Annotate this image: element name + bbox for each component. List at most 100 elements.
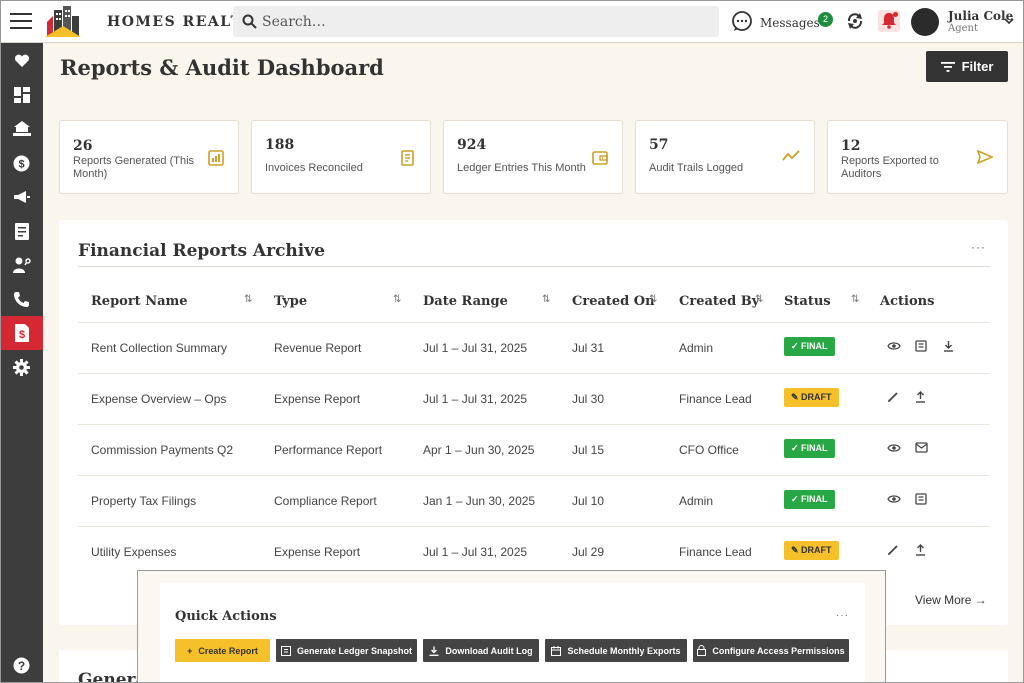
sort-icon[interactable]: ⇅ xyxy=(851,294,859,305)
document-icon xyxy=(14,222,29,240)
sidebar-item-properties[interactable] xyxy=(0,112,43,146)
stat-label: Audit Trails Logged xyxy=(649,162,744,174)
generate-ledger-snapshot-button[interactable]: Generate Ledger Snapshot xyxy=(276,639,417,662)
sidebar-item-dashboard[interactable] xyxy=(0,78,43,112)
messages-icon[interactable] xyxy=(731,10,753,32)
sidebar-item-settings[interactable] xyxy=(0,350,43,384)
configure-access-permissions-button[interactable]: Configure Access Permissions xyxy=(693,639,849,662)
column-header-status[interactable]: Status xyxy=(784,294,831,309)
notification-dot xyxy=(893,12,898,17)
status-badge: ✎ DRAFT xyxy=(784,388,839,407)
search-box[interactable] xyxy=(233,6,719,37)
report-type: Compliance Report xyxy=(274,494,377,508)
phone-icon xyxy=(14,291,29,307)
sidebar-item-favorites[interactable] xyxy=(0,44,43,78)
sort-icon[interactable]: ⇅ xyxy=(755,294,763,305)
upload-icon[interactable] xyxy=(915,391,926,403)
stat-value: 924 xyxy=(457,137,487,153)
edit-icon[interactable] xyxy=(887,544,899,556)
eye-icon[interactable] xyxy=(887,442,901,454)
status-text: DRAFT xyxy=(801,392,832,402)
column-header-created-by[interactable]: Created By xyxy=(679,294,759,309)
sidebar-item-finance[interactable]: $ xyxy=(0,146,43,180)
page-title: Reports & Audit Dashboard xyxy=(60,55,384,80)
report-name[interactable]: Expense Overview – Ops xyxy=(91,392,226,406)
create-report-button[interactable]: + Create Report xyxy=(175,639,270,662)
sidebar-item-marketing[interactable] xyxy=(0,180,43,214)
sidebar-item-documents[interactable] xyxy=(0,214,43,248)
view-more-link[interactable]: View More → xyxy=(915,593,987,607)
date-range: Jan 1 – Jun 30, 2025 xyxy=(423,494,536,508)
divider xyxy=(78,266,990,267)
svg-text:$: $ xyxy=(18,158,24,170)
status-text: FINAL xyxy=(801,494,828,504)
report-type: Expense Report xyxy=(274,545,361,559)
column-header-created-on[interactable]: Created On xyxy=(572,294,655,309)
dashboard-icon xyxy=(13,87,30,103)
svg-text:$: $ xyxy=(18,329,24,341)
report-chart-icon xyxy=(208,150,224,166)
chevron-down-icon[interactable] xyxy=(1004,18,1014,25)
quick-actions-panel: Quick Actions ··· + Create Report Genera… xyxy=(137,570,886,683)
stat-value: 12 xyxy=(841,138,861,154)
created-on: Jul 15 xyxy=(572,443,605,457)
table-row[interactable]: Expense Overview – Ops Expense Report Ju… xyxy=(78,373,990,424)
download-icon xyxy=(429,646,439,656)
messages-label[interactable]: Messages xyxy=(760,16,820,30)
homes-realty-logo[interactable] xyxy=(44,4,82,38)
avatar[interactable] xyxy=(911,8,939,36)
notifications-button[interactable] xyxy=(878,10,900,32)
eye-icon[interactable] xyxy=(887,493,901,505)
more-options-icon[interactable]: ··· xyxy=(971,240,986,254)
created-on: Jul 30 xyxy=(572,392,605,406)
sidebar-item-help[interactable]: ? xyxy=(0,648,43,682)
user-key-icon xyxy=(12,257,31,273)
copy-icon[interactable] xyxy=(915,493,927,505)
plus-icon: + xyxy=(187,645,193,656)
stat-label: Ledger Entries This Month xyxy=(457,162,586,174)
stat-label: Reports Exported to Auditors xyxy=(841,155,939,180)
edit-icon[interactable] xyxy=(887,391,899,403)
report-name[interactable]: Commission Payments Q2 xyxy=(91,443,233,457)
date-range: Jul 1 – Jul 31, 2025 xyxy=(423,341,528,355)
status-badge: ✓ FINAL xyxy=(784,490,835,509)
date-range: Jul 1 – Jul 31, 2025 xyxy=(423,392,528,406)
report-type: Performance Report xyxy=(274,443,383,457)
calendar-icon xyxy=(551,645,562,656)
stat-card-invoices-reconciled: 188 Invoices Reconciled xyxy=(251,120,431,194)
upload-icon[interactable] xyxy=(915,544,926,556)
column-header-report-name[interactable]: Report Name xyxy=(91,294,188,309)
table-row[interactable]: Commission Payments Q2 Performance Repor… xyxy=(78,424,990,475)
report-type: Revenue Report xyxy=(274,341,362,355)
sort-icon[interactable]: ⇅ xyxy=(542,294,550,305)
mail-icon[interactable] xyxy=(915,442,928,453)
table-row[interactable]: Rent Collection Summary Revenue Report J… xyxy=(78,322,990,373)
menu-icon[interactable] xyxy=(10,13,32,29)
column-header-type[interactable]: Type xyxy=(274,294,307,309)
column-header-date-range[interactable]: Date Range xyxy=(423,294,508,309)
download-audit-log-button[interactable]: Download Audit Log xyxy=(423,639,539,662)
created-on: Jul 10 xyxy=(572,494,605,508)
table-row[interactable]: Property Tax Filings Compliance Report J… xyxy=(78,475,990,526)
copy-icon[interactable] xyxy=(915,340,927,352)
sidebar-item-contacts[interactable] xyxy=(0,248,43,282)
report-name[interactable]: Utility Expenses xyxy=(91,545,176,559)
schedule-monthly-exports-button[interactable]: Schedule Monthly Exports xyxy=(545,639,687,662)
report-name[interactable]: Property Tax Filings xyxy=(91,494,196,508)
stat-value: 57 xyxy=(649,137,669,153)
sidebar-item-calls[interactable] xyxy=(0,282,43,316)
search-input[interactable] xyxy=(262,6,702,37)
sort-icon[interactable]: ⇅ xyxy=(649,294,657,305)
report-name[interactable]: Rent Collection Summary xyxy=(91,341,227,355)
sort-icon[interactable]: ⇅ xyxy=(393,294,401,305)
column-header-actions: Actions xyxy=(880,294,935,309)
filter-button[interactable]: Filter xyxy=(926,51,1008,82)
more-options-icon[interactable]: ··· xyxy=(836,610,849,621)
sync-icon[interactable] xyxy=(845,11,865,31)
eye-icon[interactable] xyxy=(887,340,901,352)
download-icon[interactable] xyxy=(943,340,954,352)
megaphone-icon xyxy=(13,191,30,203)
created-on: Jul 29 xyxy=(572,545,605,559)
sidebar-item-reports[interactable]: $ xyxy=(0,316,43,350)
sort-icon[interactable]: ⇅ xyxy=(244,294,252,305)
